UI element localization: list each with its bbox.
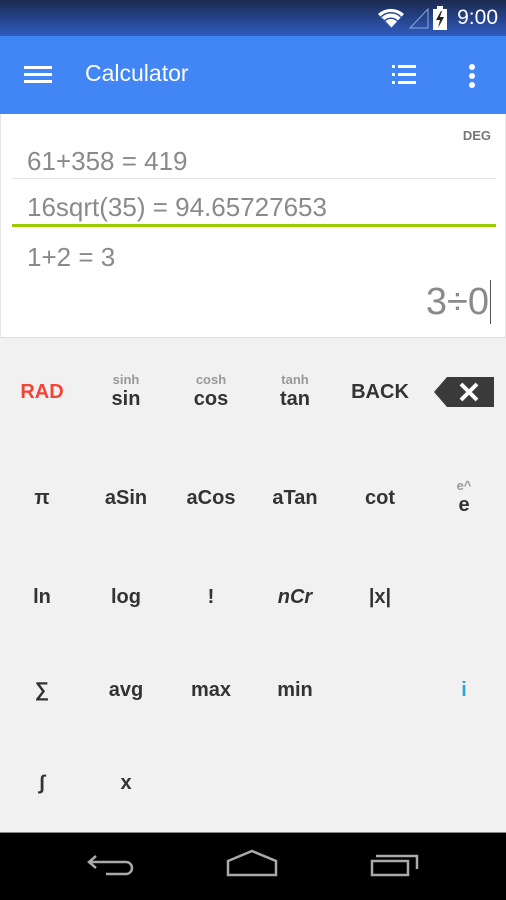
history-divider xyxy=(12,178,496,179)
key-acos[interactable]: aCos xyxy=(169,452,253,544)
key-back[interactable]: BACK xyxy=(338,346,422,438)
key-min[interactable]: min xyxy=(253,644,337,736)
key-avg[interactable]: avg xyxy=(84,644,168,736)
back-icon xyxy=(87,855,134,876)
wifi-icon xyxy=(378,8,405,29)
expression-input[interactable]: 3÷0 xyxy=(426,280,491,324)
key-x[interactable]: x xyxy=(84,737,168,829)
more-options-button[interactable] xyxy=(458,58,486,92)
battery-charging-icon xyxy=(433,6,448,30)
history-entry[interactable]: 1+2 = 3 xyxy=(27,242,115,273)
key-ln[interactable]: ln xyxy=(0,551,84,643)
cell-signal-icon xyxy=(409,7,429,29)
key-log[interactable]: log xyxy=(84,551,168,643)
backspace-icon xyxy=(434,377,494,407)
key-rad[interactable]: RAD xyxy=(0,346,84,438)
key-imaginary[interactable]: i xyxy=(422,644,506,736)
navigation-bar xyxy=(0,832,506,900)
history-list-button[interactable] xyxy=(384,58,424,92)
app-bar: Calculator xyxy=(0,36,506,114)
key-abs[interactable]: |x| xyxy=(338,551,422,643)
key-max[interactable]: max xyxy=(169,644,253,736)
text-cursor xyxy=(490,280,491,324)
key-pi[interactable]: π xyxy=(0,452,84,544)
menu-button[interactable] xyxy=(18,58,58,92)
status-time: 9:00 xyxy=(457,6,498,29)
angle-mode-indicator: DEG xyxy=(462,128,491,143)
key-atan[interactable]: aTan xyxy=(253,452,337,544)
nav-home-button[interactable] xyxy=(222,845,282,885)
app-title: Calculator xyxy=(85,60,189,86)
key-backspace[interactable] xyxy=(422,346,506,438)
history-accent-divider xyxy=(12,224,496,227)
key-cot[interactable]: cot xyxy=(338,452,422,544)
key-tan[interactable]: tanh tan xyxy=(253,346,337,438)
home-icon xyxy=(226,849,278,877)
status-bar: 9:00 xyxy=(0,0,506,36)
nav-recents-button[interactable] xyxy=(364,845,424,885)
current-expression: 3÷0 xyxy=(425,280,489,323)
history-entry[interactable]: 16sqrt(35) = 94.65727653 xyxy=(27,192,327,223)
status-icons: 9:00 xyxy=(377,4,498,32)
key-e[interactable]: e^ e xyxy=(422,452,506,544)
key-factorial[interactable]: ! xyxy=(169,551,253,643)
function-keypad: RAD sinh sin cosh cos tanh tan BACK π aS… xyxy=(0,338,506,832)
key-cos[interactable]: cosh cos xyxy=(169,346,253,438)
history-entry[interactable]: 61+358 = 419 xyxy=(27,146,188,177)
key-sin[interactable]: sinh sin xyxy=(84,346,168,438)
nav-back-button[interactable] xyxy=(82,845,142,885)
key-sum[interactable]: ∑ xyxy=(0,644,84,736)
key-ncr[interactable]: nCr xyxy=(253,551,337,643)
calculator-display[interactable]: DEG 61+358 = 419 16sqrt(35) = 94.6572765… xyxy=(0,114,506,338)
key-integral[interactable]: ∫ xyxy=(0,737,84,829)
key-asin[interactable]: aSin xyxy=(84,452,168,544)
recents-icon xyxy=(370,854,419,877)
